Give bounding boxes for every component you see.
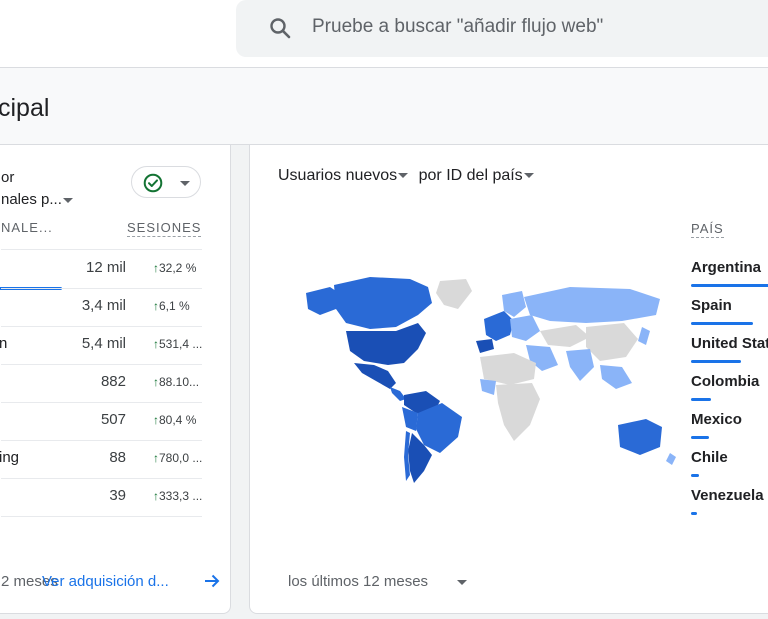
table-row[interactable]: ing 88 ↑780,0 ... (0, 440, 222, 478)
country-row[interactable]: Chile (691, 439, 768, 477)
chevron-down-icon[interactable] (523, 173, 534, 179)
country-row[interactable]: Mexico (691, 401, 768, 439)
row-change: ↑531,4 ... (153, 337, 202, 351)
region-central-asia[interactable] (540, 325, 590, 347)
country-name: United Stat (691, 335, 768, 352)
date-range-label[interactable]: los últimos 12 meses (288, 573, 428, 590)
region-africa-south[interactable] (496, 383, 540, 441)
region-southeast-asia[interactable] (600, 365, 632, 389)
country-name: Mexico (691, 411, 742, 428)
region-china[interactable] (586, 323, 638, 361)
row-change-value: 80,4 % (159, 413, 197, 427)
row-change-value: 333,3 ... (159, 489, 203, 503)
divider (1, 516, 202, 517)
page-header: cipal (0, 68, 768, 145)
row-value: 3,4 mil (81, 297, 126, 314)
column-header-sessions[interactable]: SESIONES (127, 220, 202, 237)
row-change-value: 88.10... (159, 375, 200, 389)
row-value: 507 (100, 411, 126, 428)
region-greenland[interactable] (436, 279, 472, 309)
world-map[interactable] (300, 275, 680, 495)
search-bar[interactable]: Pruebe a buscar "añadir flujo web" (236, 0, 768, 57)
view-acquisition-link[interactable]: Ver adquisición d... (42, 573, 169, 590)
row-label: n (0, 335, 8, 352)
row-change: ↑32,2 % (153, 261, 196, 275)
country-name: Argentina (691, 259, 762, 276)
search-icon[interactable] (268, 16, 292, 40)
region-mexico[interactable] (354, 363, 396, 389)
region-europe-west[interactable] (484, 311, 514, 341)
chevron-down-icon[interactable] (398, 173, 409, 179)
row-label: ing (0, 449, 20, 466)
map-title: Usuarios nuevos por ID del país (278, 167, 534, 185)
column-header-country[interactable]: PAÍS (691, 221, 724, 238)
region-usa[interactable] (346, 323, 426, 365)
metric-selector[interactable]: Usuarios nuevos (278, 167, 397, 184)
region-russia[interactable] (524, 287, 660, 323)
row-change-value: 6,1 % (159, 299, 190, 313)
row-change: ↑6,1 % (153, 299, 190, 313)
row-value: 88 (109, 449, 126, 466)
region-west-africa[interactable] (480, 379, 496, 395)
country-row[interactable]: Spain (691, 287, 768, 325)
row-change: ↑88.10... (153, 375, 199, 389)
row-change-value: 32,2 % (159, 261, 197, 275)
check-circle-icon (143, 173, 163, 193)
country-row[interactable]: United Stat (691, 325, 768, 363)
chevron-down-icon[interactable] (180, 181, 190, 186)
dimension-label-line2[interactable]: nales p... (1, 191, 62, 208)
dimension-selector[interactable]: por ID del país (419, 167, 523, 184)
row-value: 882 (100, 373, 126, 390)
country-name: Chile (691, 449, 728, 466)
country-share-bar (691, 512, 697, 515)
top-bar: Pruebe a buscar "añadir flujo web" (0, 0, 768, 68)
table-row[interactable]: 12 mil ↑32,2 % (0, 250, 222, 290)
arrow-right-icon[interactable] (203, 572, 221, 590)
table-row[interactable]: 507 ↑80,4 % (0, 402, 222, 440)
column-header-channel[interactable]: NALE... (1, 220, 53, 235)
row-change-value: 531,4 ... (159, 337, 203, 351)
search-placeholder[interactable]: Pruebe a buscar "añadir flujo web" (312, 16, 603, 38)
region-india[interactable] (566, 349, 594, 381)
dimension-selector[interactable]: nales p... (1, 189, 73, 211)
row-value: 12 mil (85, 259, 126, 276)
region-canada[interactable] (334, 277, 432, 329)
row-change: ↑333,3 ... (153, 489, 202, 503)
row-change: ↑780,0 ... (153, 451, 202, 465)
row-value: 39 (109, 487, 126, 504)
region-europe-east[interactable] (510, 315, 540, 341)
region-new-zealand[interactable] (666, 453, 676, 465)
new-users-by-country-card: Usuarios nuevos por ID del país PAÍS Arg… (249, 144, 768, 614)
country-row[interactable]: Venezuela (691, 477, 768, 515)
row-value: 5,4 mil (81, 335, 126, 352)
sessions-by-channel-card: or nales p... NALE... SESIONES 12 mil ↑32… (0, 144, 231, 614)
table-row[interactable]: 39 ↑333,3 ... (0, 478, 222, 516)
page-title: cipal (0, 94, 50, 122)
country-row[interactable]: Colombia (691, 363, 768, 401)
table-row[interactable]: 3,4 mil ↑6,1 % (0, 288, 222, 326)
table-row[interactable]: n 5,4 mil ↑531,4 ... (0, 326, 222, 364)
dimension-label-line1: or (1, 169, 15, 186)
region-japan[interactable] (638, 327, 650, 345)
row-change-value: 780,0 ... (159, 451, 203, 465)
country-row[interactable]: Argentina (691, 249, 768, 287)
chevron-down-icon[interactable] (62, 197, 73, 203)
country-name: Venezuela (691, 487, 764, 504)
region-australia[interactable] (618, 419, 662, 455)
comparison-selector[interactable] (131, 166, 201, 198)
region-spain[interactable] (476, 339, 494, 353)
country-name: Spain (691, 297, 732, 314)
region-central-america[interactable] (390, 387, 406, 401)
row-change: ↑80,4 % (153, 413, 196, 427)
chevron-down-icon[interactable] (457, 580, 467, 585)
table-row[interactable]: 882 ↑88.10... (0, 364, 222, 402)
country-name: Colombia (691, 373, 760, 390)
